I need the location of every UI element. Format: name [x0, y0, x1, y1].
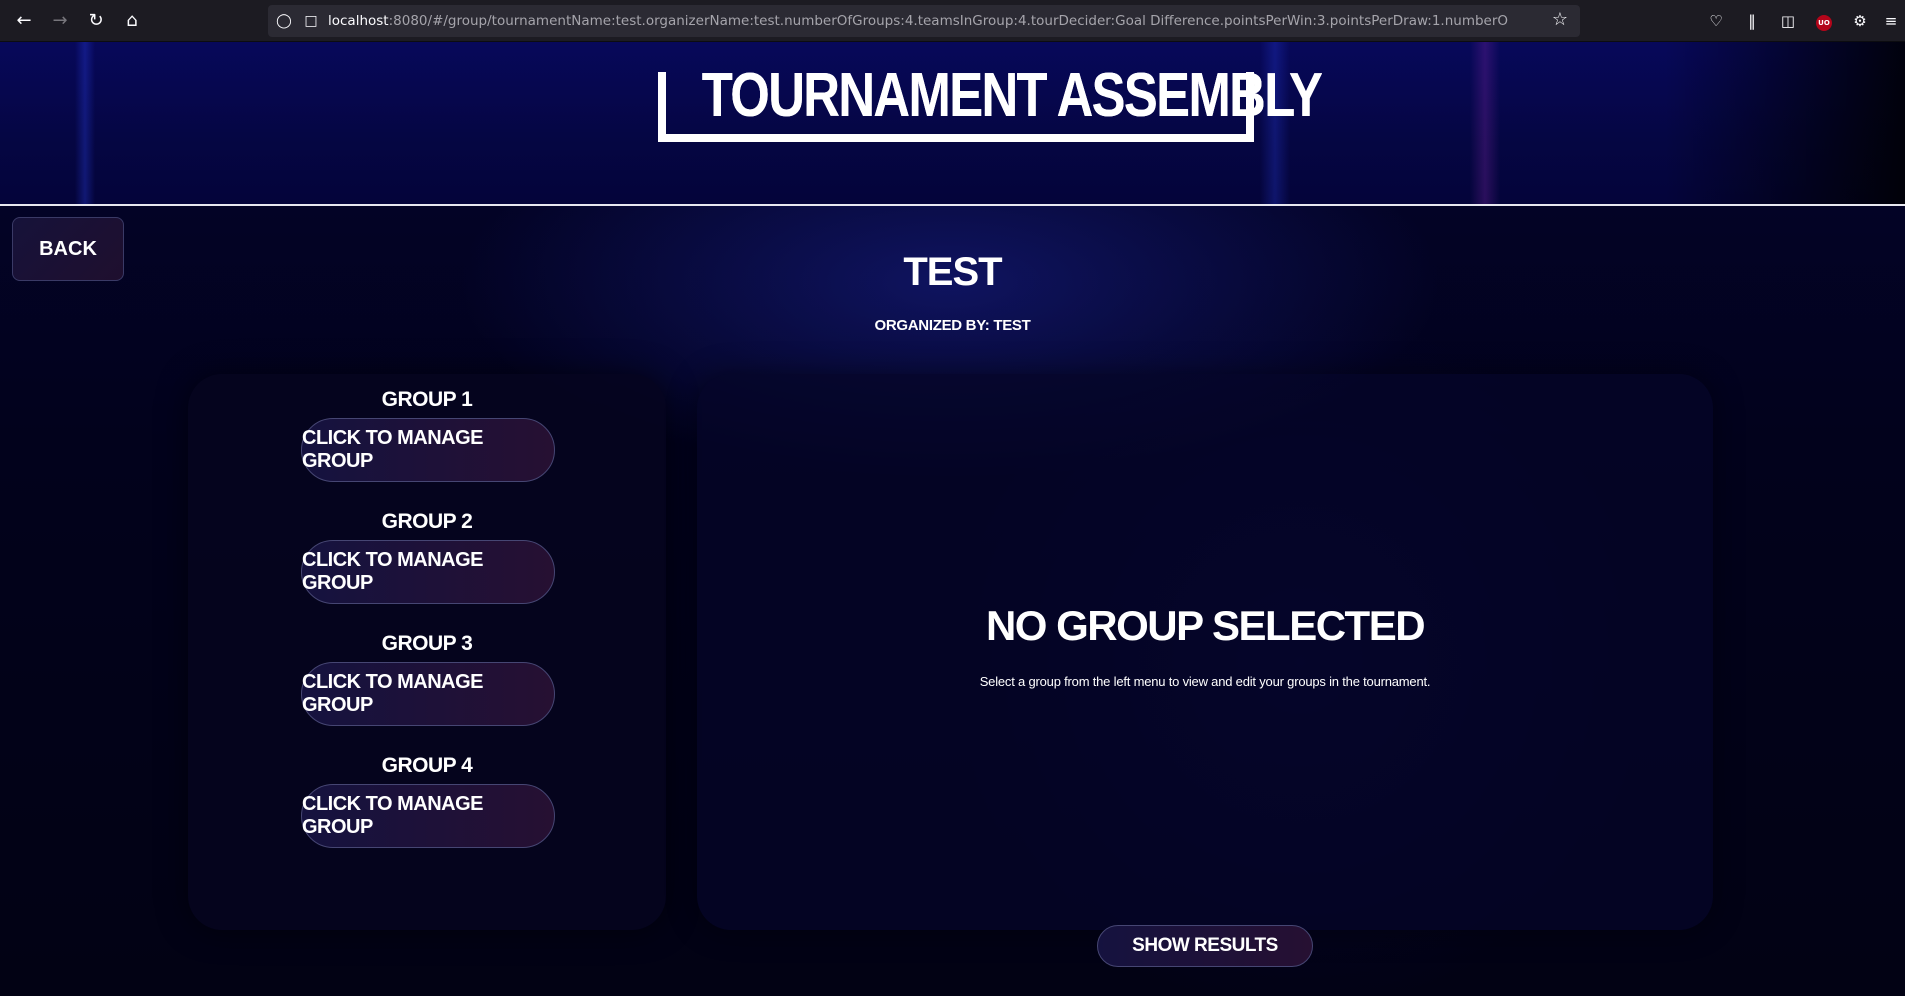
hamburger-menu-icon[interactable]: ≡: [1880, 10, 1902, 32]
url-path: :8080/#/group/tournamentName:test.organi…: [388, 13, 1508, 29]
group-title: GROUP 1: [381, 388, 473, 411]
manage-group-button[interactable]: CLICK TO MANAGE GROUP: [301, 784, 555, 848]
arrow-right-icon[interactable]: →: [48, 9, 72, 33]
group-item: GROUP 4 CLICK TO MANAGE GROUP: [188, 754, 666, 850]
group-item: GROUP 3 CLICK TO MANAGE GROUP: [188, 632, 666, 728]
sidebar-icon[interactable]: ◫: [1777, 10, 1799, 32]
page-icon: □: [304, 13, 318, 29]
shield-icon[interactable]: ◯: [274, 11, 294, 31]
group-item: GROUP 1 CLICK TO MANAGE GROUP: [188, 388, 666, 484]
page: TOURNAMENT ASSEMBLY BACK TEST ORGANIZED …: [0, 42, 1905, 996]
browser-toolbar: ← → ↻ ⌂ ◯ □ localhost:8080/#/group/tourn…: [0, 0, 1905, 42]
empty-state-text: Select a group from the left menu to vie…: [979, 674, 1431, 689]
url-text[interactable]: localhost:8080/#/group/tournamentName:te…: [328, 5, 1508, 37]
pocket-icon[interactable]: ♡: [1705, 10, 1727, 32]
manage-group-button[interactable]: CLICK TO MANAGE GROUP: [301, 540, 555, 604]
group-item: GROUP 2 CLICK TO MANAGE GROUP: [188, 510, 666, 606]
extensions-icon[interactable]: ⚙: [1849, 10, 1871, 32]
logo-text: TOURNAMENT ASSEMBLY: [701, 61, 1323, 130]
ublock-badge: UO: [1816, 14, 1832, 31]
tournament-title: TEST: [903, 250, 1002, 294]
ublock-icon[interactable]: UO: [1813, 10, 1835, 32]
empty-state-title: NO GROUP SELECTED: [985, 602, 1426, 649]
group-title: GROUP 2: [381, 510, 473, 533]
arrow-left-icon[interactable]: ←: [12, 9, 36, 33]
star-icon[interactable]: ☆: [1552, 9, 1568, 30]
logo: TOURNAMENT ASSEMBLY: [646, 61, 1323, 150]
url-bar[interactable]: ◯ □ localhost:8080/#/group/tournamentNam…: [268, 5, 1580, 37]
manage-group-button[interactable]: CLICK TO MANAGE GROUP: [301, 418, 555, 482]
manage-group-button[interactable]: CLICK TO MANAGE GROUP: [301, 662, 555, 726]
library-icon[interactable]: ‖: [1741, 10, 1763, 32]
reload-icon[interactable]: ↻: [84, 9, 108, 33]
organizer-label: ORGANIZED BY: TEST: [874, 317, 1031, 334]
header-divider: [0, 204, 1905, 206]
group-list-panel: GROUP 1 CLICK TO MANAGE GROUP GROUP 2 CL…: [188, 374, 666, 930]
group-detail-panel: NO GROUP SELECTED Select a group from th…: [697, 374, 1713, 930]
url-host: localhost: [328, 13, 389, 29]
home-icon[interactable]: ⌂: [120, 9, 144, 33]
group-title: GROUP 4: [381, 754, 473, 777]
group-title: GROUP 3: [381, 632, 473, 655]
show-results-button[interactable]: SHOW RESULTS: [1097, 925, 1313, 967]
